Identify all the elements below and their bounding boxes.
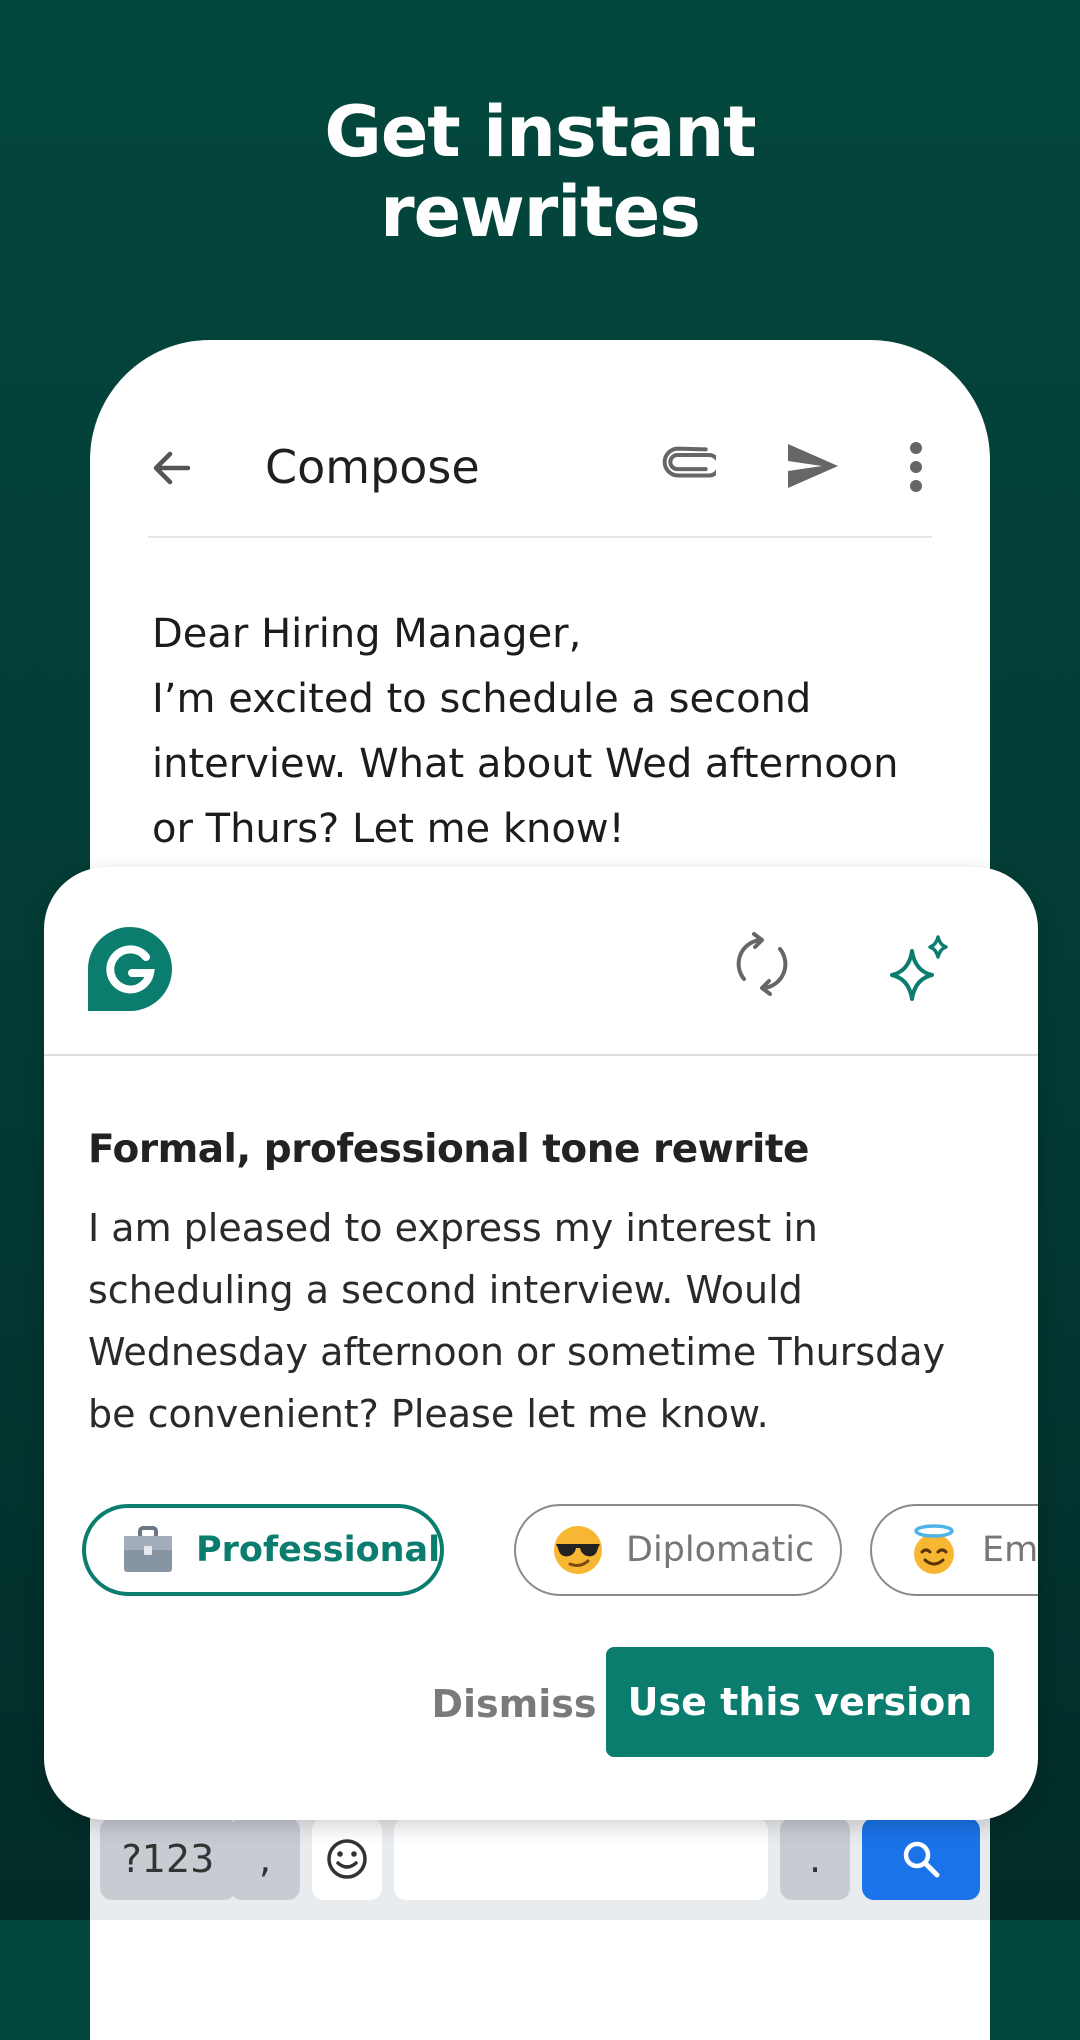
tone-chip-row: Professional Diplomatic Empathetic [82, 1504, 1038, 1600]
use-this-version-button[interactable]: Use this version [606, 1647, 994, 1757]
emoji-key[interactable] [312, 1818, 382, 1900]
headline: Get instant rewrites [0, 92, 1080, 252]
chip-label: Professional [196, 1530, 441, 1570]
headline-line-2: rewrites [380, 171, 701, 253]
more-vert-icon[interactable] [908, 440, 924, 494]
refresh-icon[interactable] [730, 931, 794, 997]
halo-face-icon [914, 1524, 954, 1574]
symbols-key[interactable]: ?123 [100, 1818, 236, 1900]
compose-title: Compose [265, 440, 480, 494]
sunglasses-face-icon [554, 1526, 602, 1574]
period-key[interactable]: . [780, 1818, 850, 1900]
email-line: or Thurs? Let me know! [152, 806, 625, 852]
rewrite-line: I am pleased to express my interest in [88, 1206, 818, 1250]
space-key[interactable] [394, 1818, 768, 1900]
email-line: Dear Hiring Manager, [152, 611, 582, 657]
email-line: interview. What about Wed afternoon [152, 741, 899, 787]
tone-chip-empathetic[interactable]: Empathetic [870, 1504, 1038, 1596]
rewrite-line: scheduling a second interview. Would [88, 1268, 803, 1312]
briefcase-icon [124, 1526, 172, 1572]
emoji-icon [327, 1839, 367, 1879]
comma-key[interactable]: , [230, 1818, 300, 1900]
search-key[interactable] [862, 1818, 980, 1900]
card-divider [44, 1054, 1038, 1056]
chip-label: Diplomatic [626, 1530, 815, 1570]
search-icon [903, 1841, 940, 1878]
rewrite-line: Wednesday afternoon or sometime Thursday [88, 1330, 946, 1374]
tone-chip-professional[interactable]: Professional [82, 1504, 444, 1596]
paperclip-icon[interactable] [660, 442, 716, 492]
chip-label: Empathetic [982, 1530, 1038, 1570]
headline-line-1: Get instant [324, 91, 756, 173]
sparkle-icon[interactable] [882, 935, 954, 1007]
tone-chip-diplomatic[interactable]: Diplomatic [514, 1504, 842, 1596]
back-arrow-icon[interactable] [148, 444, 196, 492]
rewrite-title: Formal, professional tone rewrite [88, 1127, 809, 1172]
grammarly-logo-icon [88, 927, 172, 1011]
rewrite-line: be convenient? Please let me know. [88, 1392, 769, 1436]
toolbar-divider [148, 536, 932, 538]
grammarly-rewrite-card: Formal, professional tone rewrite I am p… [44, 867, 1038, 1820]
email-line: I’m excited to schedule a second [152, 676, 812, 722]
rewrite-text: I am pleased to express my interest in s… [88, 1197, 1018, 1445]
compose-toolbar: Compose [90, 340, 990, 538]
email-body[interactable]: Dear Hiring Manager, I’m excited to sche… [152, 602, 942, 862]
send-icon[interactable] [784, 438, 842, 494]
